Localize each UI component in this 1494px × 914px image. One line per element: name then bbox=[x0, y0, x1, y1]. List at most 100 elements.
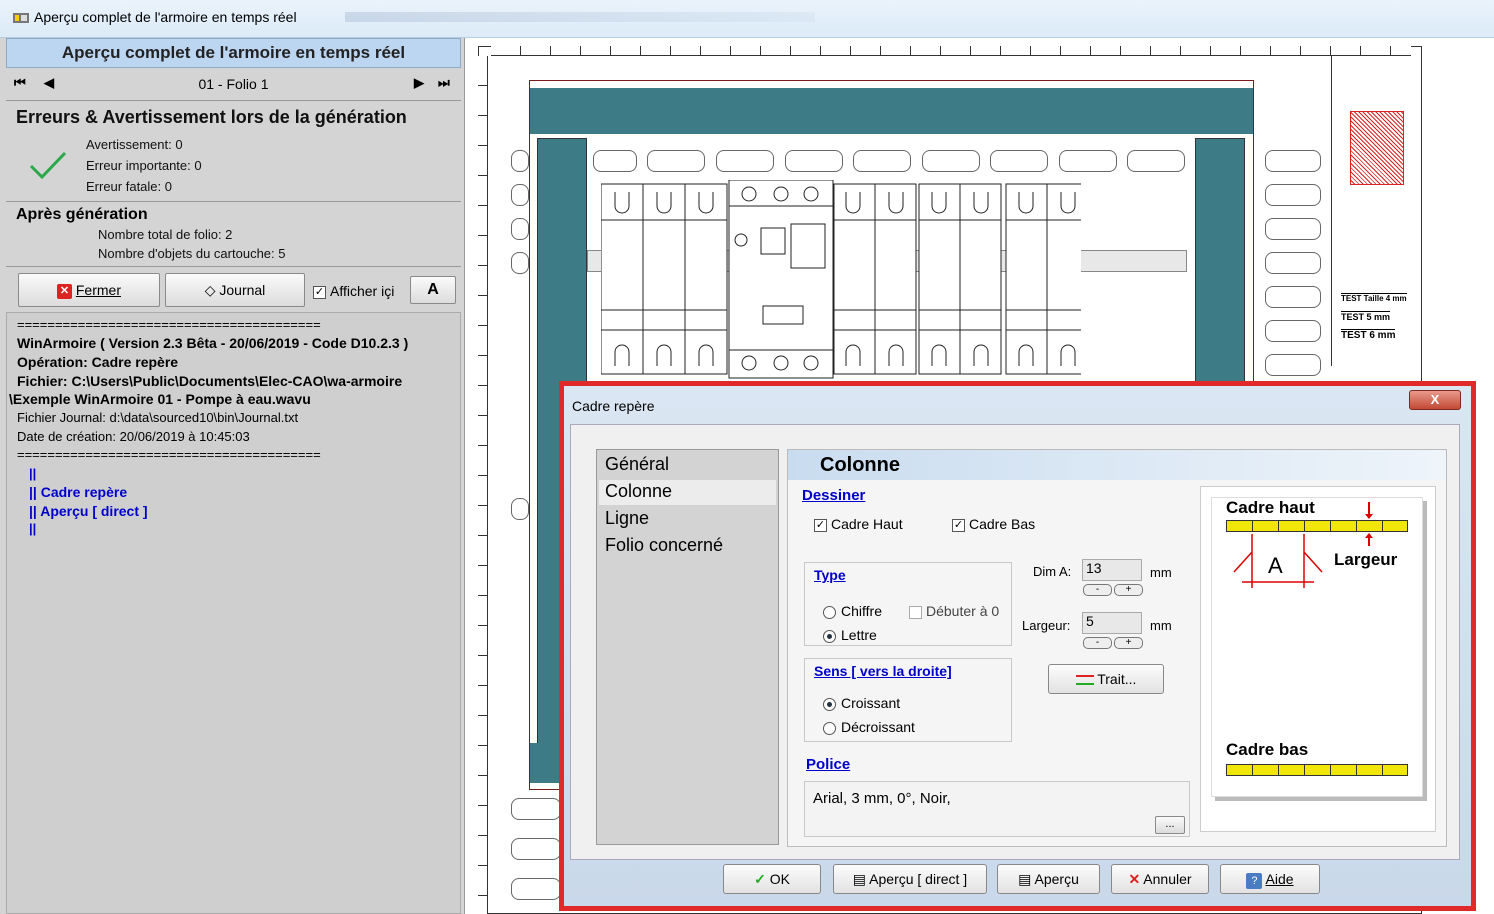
dim-a-unit: mm bbox=[1150, 565, 1172, 580]
show-here-checkbox[interactable]: ✓ Afficher içi bbox=[313, 283, 394, 299]
cartouche-text: TEST Taille 4 mm bbox=[1341, 293, 1407, 303]
cadre-bas-label: Cadre Bas bbox=[969, 516, 1036, 532]
preview-direct-label: Aperçu [ direct ] bbox=[869, 871, 968, 887]
chiffre-radio[interactable]: Chiffre bbox=[823, 603, 882, 619]
log-line: Opération: Cadre repère bbox=[17, 354, 179, 370]
cancel-button[interactable]: ✕ Annuler bbox=[1111, 864, 1209, 894]
sens-label: Sens [ vers la droite] bbox=[814, 663, 952, 679]
type-label: Type bbox=[814, 567, 846, 583]
dim-a-input[interactable]: 13 bbox=[1082, 559, 1142, 581]
croissant-radio[interactable]: Croissant bbox=[823, 695, 900, 711]
dialog-body: Général Colonne Ligne Folio concerné Col… bbox=[570, 424, 1460, 860]
lettre-radio[interactable]: Lettre bbox=[823, 627, 877, 643]
preview-button[interactable]: ▤ Aperçu bbox=[997, 864, 1100, 894]
cartouche-count: Nombre d'objets du cartouche: 5 bbox=[98, 246, 286, 261]
fatal-error-count: Erreur fatale: 0 bbox=[86, 179, 172, 194]
lettre-label: Lettre bbox=[841, 627, 877, 643]
police-box: Arial, 3 mm, 0°, Noir, ... bbox=[804, 781, 1190, 837]
chiffre-label: Chiffre bbox=[841, 603, 882, 619]
log-link[interactable]: || Aperçu [ direct ] bbox=[29, 503, 148, 519]
close-icon: ✕ bbox=[56, 283, 72, 299]
log-link[interactable]: || Cadre repère bbox=[29, 484, 127, 500]
errors-title: Erreurs & Avertissement lors de la génér… bbox=[16, 107, 407, 127]
top-rail bbox=[530, 88, 1253, 134]
row-ruler bbox=[478, 56, 488, 914]
dialog-frame: Cadre repère X Général Colonne Ligne Fol… bbox=[564, 386, 1471, 906]
cadre-haut-checkbox[interactable]: ✓ Cadre Haut bbox=[814, 516, 903, 532]
width-input[interactable]: 5 bbox=[1082, 612, 1142, 634]
next-folio-button[interactable]: ▶ bbox=[414, 75, 424, 91]
check-icon: ✓ bbox=[754, 871, 766, 887]
decroissant-label: Décroissant bbox=[841, 719, 915, 735]
window-title: Aperçu complet de l'armoire en temps rée… bbox=[34, 9, 297, 25]
journal-button-label: Journal bbox=[219, 282, 266, 298]
checkbox-checked-icon: ✓ bbox=[313, 285, 326, 299]
warning-count: Avertissement: 0 bbox=[86, 137, 183, 152]
divider bbox=[6, 266, 461, 267]
section-list: Général Colonne Ligne Folio concerné bbox=[596, 449, 779, 845]
preview-label: Aperçu bbox=[1034, 871, 1079, 887]
cadre-bas-checkbox[interactable]: ✓ Cadre Bas bbox=[952, 516, 1035, 532]
width-decrement[interactable]: - bbox=[1083, 637, 1112, 649]
major-error-count: Erreur importante: 0 bbox=[86, 158, 202, 173]
log-line: ======================================== bbox=[17, 447, 321, 462]
close-button-label: Fermer bbox=[75, 282, 121, 298]
width-unit: mm bbox=[1150, 618, 1172, 633]
tab-ligne[interactable]: Ligne bbox=[605, 508, 649, 529]
dim-a-decrement[interactable]: - bbox=[1083, 584, 1112, 596]
cartouche-text: TEST 5 mm bbox=[1341, 311, 1391, 322]
section-title: Colonne bbox=[820, 454, 900, 476]
tab-general[interactable]: Général bbox=[605, 454, 669, 475]
debuter-a-0-checkbox[interactable]: Débuter à 0 bbox=[909, 603, 999, 619]
dialog-close-button[interactable]: X bbox=[1409, 390, 1461, 410]
ok-label: OK bbox=[769, 871, 790, 887]
tab-colonne[interactable]: Colonne bbox=[605, 481, 672, 502]
help-label: Aide bbox=[1265, 871, 1294, 887]
tab-content: Colonne Dessiner ✓ Cadre Haut ✓ Cadre Bas … bbox=[787, 449, 1447, 847]
divider bbox=[6, 201, 461, 202]
close-button[interactable]: ✕ Fermer bbox=[18, 273, 160, 307]
ok-button[interactable]: ✓ OK bbox=[723, 864, 821, 894]
cancel-label: Annuler bbox=[1143, 871, 1192, 887]
dim-a-increment[interactable]: + bbox=[1114, 584, 1143, 596]
breakers-drawing bbox=[601, 180, 1081, 379]
log-link: || bbox=[29, 466, 37, 481]
section-header: Colonne bbox=[788, 450, 1446, 480]
trait-button[interactable]: Trait... bbox=[1048, 664, 1164, 694]
right-duct bbox=[1195, 138, 1245, 418]
police-more-button[interactable]: ... bbox=[1155, 816, 1185, 834]
last-folio-button[interactable]: ⏭ bbox=[438, 75, 450, 91]
debuter-label: Débuter à 0 bbox=[926, 603, 1000, 619]
radio-on-icon bbox=[823, 629, 836, 643]
left-panel: Aperçu complet de l'armoire en temps rée… bbox=[0, 38, 465, 914]
dim-a-label: Dim A: bbox=[1033, 564, 1072, 579]
cadre-repere-dialog: Cadre repère X Général Colonne Ligne Fol… bbox=[559, 381, 1476, 911]
checkmark-icon bbox=[29, 151, 67, 180]
cancel-icon: ✕ bbox=[1128, 871, 1141, 887]
police-value: Arial, 3 mm, 0°, Noir, bbox=[813, 790, 951, 807]
tab-folio-concerne[interactable]: Folio concerné bbox=[605, 535, 723, 556]
font-size-button[interactable]: A bbox=[410, 276, 456, 304]
decroissant-radio[interactable]: Décroissant bbox=[823, 719, 915, 735]
app-icon bbox=[13, 13, 29, 23]
folio-navigator: ⏮ ◀ 01 - Folio 1 ▶ ⏭ bbox=[6, 71, 461, 98]
preview-a-label: A bbox=[1268, 553, 1283, 578]
log-line: \Exemple WinArmoire 01 - Pompe à eau.wav… bbox=[9, 391, 311, 407]
radio-off-icon bbox=[823, 605, 836, 619]
draw-label: Dessiner bbox=[802, 487, 866, 504]
title-path-blurred bbox=[345, 12, 815, 22]
after-generation-title: Après génération bbox=[16, 206, 148, 223]
log-link: || bbox=[29, 521, 37, 536]
croissant-label: Croissant bbox=[841, 695, 901, 711]
log-line: WinArmoire ( Version 2.3 Bêta - 20/06/20… bbox=[17, 335, 409, 351]
journal-button[interactable]: ◇ Journal bbox=[165, 273, 305, 307]
width-increment[interactable]: + bbox=[1114, 637, 1143, 649]
preview-direct-button[interactable]: ▤ Aperçu [ direct ] bbox=[833, 864, 987, 894]
preview-bottom-label: Cadre bas bbox=[1226, 740, 1309, 759]
checkbox-checked-icon: ✓ bbox=[814, 518, 827, 532]
dialog-title: Cadre repère bbox=[572, 398, 655, 414]
preview-width-label: Largeur bbox=[1334, 550, 1398, 569]
sens-group: Sens [ vers la droite] Croissant Décrois… bbox=[804, 658, 1012, 742]
cartouche-text: TEST 6 mm bbox=[1341, 329, 1396, 341]
help-button[interactable]: ? Aide bbox=[1220, 864, 1320, 894]
